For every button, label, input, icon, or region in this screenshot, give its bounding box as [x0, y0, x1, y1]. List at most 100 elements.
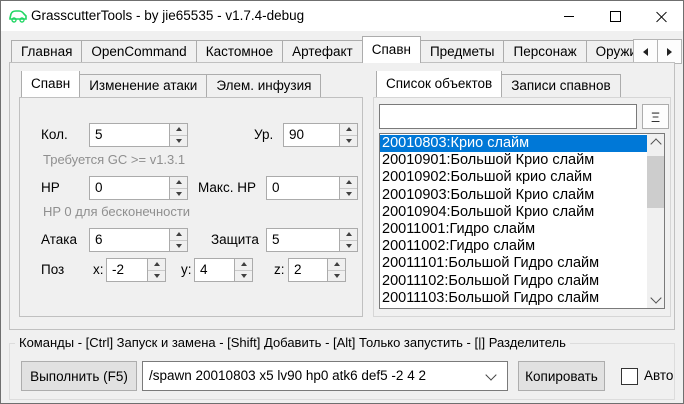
app-car-icon	[9, 9, 27, 23]
spin-up-icon[interactable]	[340, 229, 357, 241]
max-hp-label: Макс. HP	[198, 180, 256, 195]
spin-up-icon[interactable]	[235, 259, 252, 271]
spinner-buttons	[339, 124, 357, 146]
run-button[interactable]: Выполнить (F5)	[21, 361, 137, 391]
defense-value: 5	[267, 229, 339, 251]
level-value: 90	[284, 124, 339, 146]
copy-button-label: Копировать	[525, 369, 598, 384]
list-item[interactable]: 20010903:Большой Крио слайм	[380, 187, 647, 204]
chevron-down-icon	[650, 292, 661, 303]
spin-up-icon[interactable]	[170, 229, 187, 241]
spin-down-icon[interactable]	[170, 241, 187, 252]
gc-version-note: Требуется GC >= v1.3.1	[43, 152, 185, 167]
list-item[interactable]: 20010901:Большой Крио слайм	[380, 152, 647, 169]
spinner-buttons	[169, 177, 187, 199]
spin-down-icon[interactable]	[148, 271, 165, 282]
level-label: Ур.	[254, 127, 273, 142]
pos-x-label: x:	[93, 262, 104, 277]
spin-up-icon[interactable]	[170, 177, 187, 189]
title-bar[interactable]: GrasscutterTools - by jie65535 - v1.7.4-…	[1, 1, 683, 31]
list-item[interactable]: 20010902:Большой крио слайм	[380, 169, 647, 186]
pos-z-value: 2	[289, 259, 327, 281]
main-tab-personazh[interactable]: Персонаж	[503, 40, 586, 63]
spin-down-icon[interactable]	[170, 136, 187, 147]
list-item[interactable]: 20011103:Большой Гидро слайм	[380, 290, 647, 307]
spin-down-icon[interactable]	[340, 136, 357, 147]
spinner-buttons	[327, 259, 345, 281]
pos-y-spinner[interactable]: 4	[194, 258, 253, 282]
main-tab-kastomnoe[interactable]: Кастомное	[196, 40, 283, 63]
spinner-buttons	[339, 177, 357, 199]
copy-button[interactable]: Копировать	[518, 361, 605, 391]
app-window: GrasscutterTools - by jie65535 - v1.7.4-…	[0, 0, 684, 404]
window-title: GrasscutterTools - by jie65535 - v1.7.4-…	[31, 8, 304, 23]
list-item[interactable]: 20011001:Гидро слайм	[380, 221, 647, 238]
count-value: 5	[90, 124, 169, 146]
spin-up-icon[interactable]	[340, 124, 357, 136]
spin-up-icon[interactable]	[340, 177, 357, 189]
spin-down-icon[interactable]	[170, 189, 187, 200]
tab-zapisi-spavnov[interactable]: Записи спавнов	[501, 74, 620, 97]
spin-down-icon[interactable]	[340, 189, 357, 200]
spin-down-icon[interactable]	[340, 241, 357, 252]
sub-tab-elem-infuziya[interactable]: Элем. инфузия	[206, 74, 321, 97]
max-hp-spinner[interactable]: 0	[266, 176, 358, 200]
spinner-buttons	[169, 124, 187, 146]
minimize-icon	[564, 16, 574, 17]
sub-tab-izmenenie-ataki[interactable]: Изменение атаки	[79, 74, 207, 97]
spin-up-icon[interactable]	[170, 124, 187, 136]
scroll-up-button[interactable]	[647, 134, 664, 151]
defense-label: Защита	[211, 232, 259, 247]
pos-y-value: 4	[195, 259, 234, 281]
entity-list-rows: 20010803:Крио слайм 20010901:Большой Кри…	[380, 135, 647, 307]
right-tab-strip: Список объектов Записи спавнов	[376, 71, 671, 97]
main-tab-artefakt[interactable]: Артефакт	[282, 40, 363, 63]
attack-spinner[interactable]: 6	[89, 228, 188, 252]
command-text: /spawn 20010803 x5 lv90 hp0 atk6 def5 -2…	[149, 368, 426, 383]
hp-spinner[interactable]: 0	[89, 176, 188, 200]
list-item[interactable]: 20011102:Большой Гидро слайм	[380, 273, 647, 290]
spin-up-icon[interactable]	[148, 259, 165, 271]
sub-tab-spavn[interactable]: Спавн	[21, 71, 80, 97]
main-tab-spavn[interactable]: Спавн	[362, 36, 421, 63]
level-spinner[interactable]: 90	[283, 123, 358, 147]
arrow-right-icon	[667, 48, 676, 56]
minimize-button[interactable]	[546, 1, 592, 31]
main-tab-glavnaya[interactable]: Главная	[11, 40, 82, 63]
auto-checkbox-label: Авто	[644, 368, 673, 383]
run-button-label: Выполнить (F5)	[30, 369, 128, 384]
auto-checkbox[interactable]	[621, 368, 638, 385]
pos-z-spinner[interactable]: 2	[288, 258, 346, 282]
close-button[interactable]	[638, 1, 684, 31]
main-tab-predmety[interactable]: Предметы	[420, 40, 505, 63]
search-input[interactable]	[379, 104, 637, 129]
list-scrollbar[interactable]	[647, 134, 664, 308]
combo-chevron-down-icon	[485, 369, 496, 380]
scrollbar-thumb[interactable]	[647, 156, 664, 208]
list-item[interactable]: 20010904:Большой Крио слайм	[380, 204, 647, 221]
count-spinner[interactable]: 5	[89, 123, 188, 147]
scroll-down-button[interactable]	[647, 291, 664, 308]
list-item[interactable]: 20011101:Большой Гидро слайм	[380, 255, 647, 272]
spin-down-icon[interactable]	[235, 271, 252, 282]
main-tab-opencommand[interactable]: OpenCommand	[81, 40, 196, 63]
defense-spinner[interactable]: 5	[266, 228, 358, 252]
search-menu-button[interactable]: Ξ	[642, 104, 669, 129]
spin-up-icon[interactable]	[328, 259, 345, 271]
pos-y-label: y:	[181, 262, 192, 277]
hp-infinity-note: HP 0 для бесконечности	[43, 204, 190, 219]
entity-listbox[interactable]: 20010803:Крио слайм 20010901:Большой Кри…	[379, 133, 665, 309]
tab-spisok-obektov[interactable]: Список объектов	[376, 71, 502, 97]
pos-x-value: -2	[107, 259, 147, 281]
spin-down-icon[interactable]	[328, 271, 345, 282]
tab-scroll-left-button[interactable]	[633, 39, 658, 64]
pos-x-spinner[interactable]: -2	[106, 258, 166, 282]
tab-scroll-right-button[interactable]	[657, 39, 682, 64]
list-item[interactable]: 20011002:Гидро слайм	[380, 238, 647, 255]
spinner-buttons	[234, 259, 252, 281]
main-tab-oruzhie[interactable]: Оружие	[586, 40, 633, 63]
command-combobox[interactable]: /spawn 20010803 x5 lv90 hp0 atk6 def5 -2…	[142, 361, 508, 391]
list-item[interactable]: 20010803:Крио слайм	[380, 135, 647, 152]
maximize-button[interactable]	[592, 1, 638, 31]
chevron-up-icon	[650, 138, 661, 149]
